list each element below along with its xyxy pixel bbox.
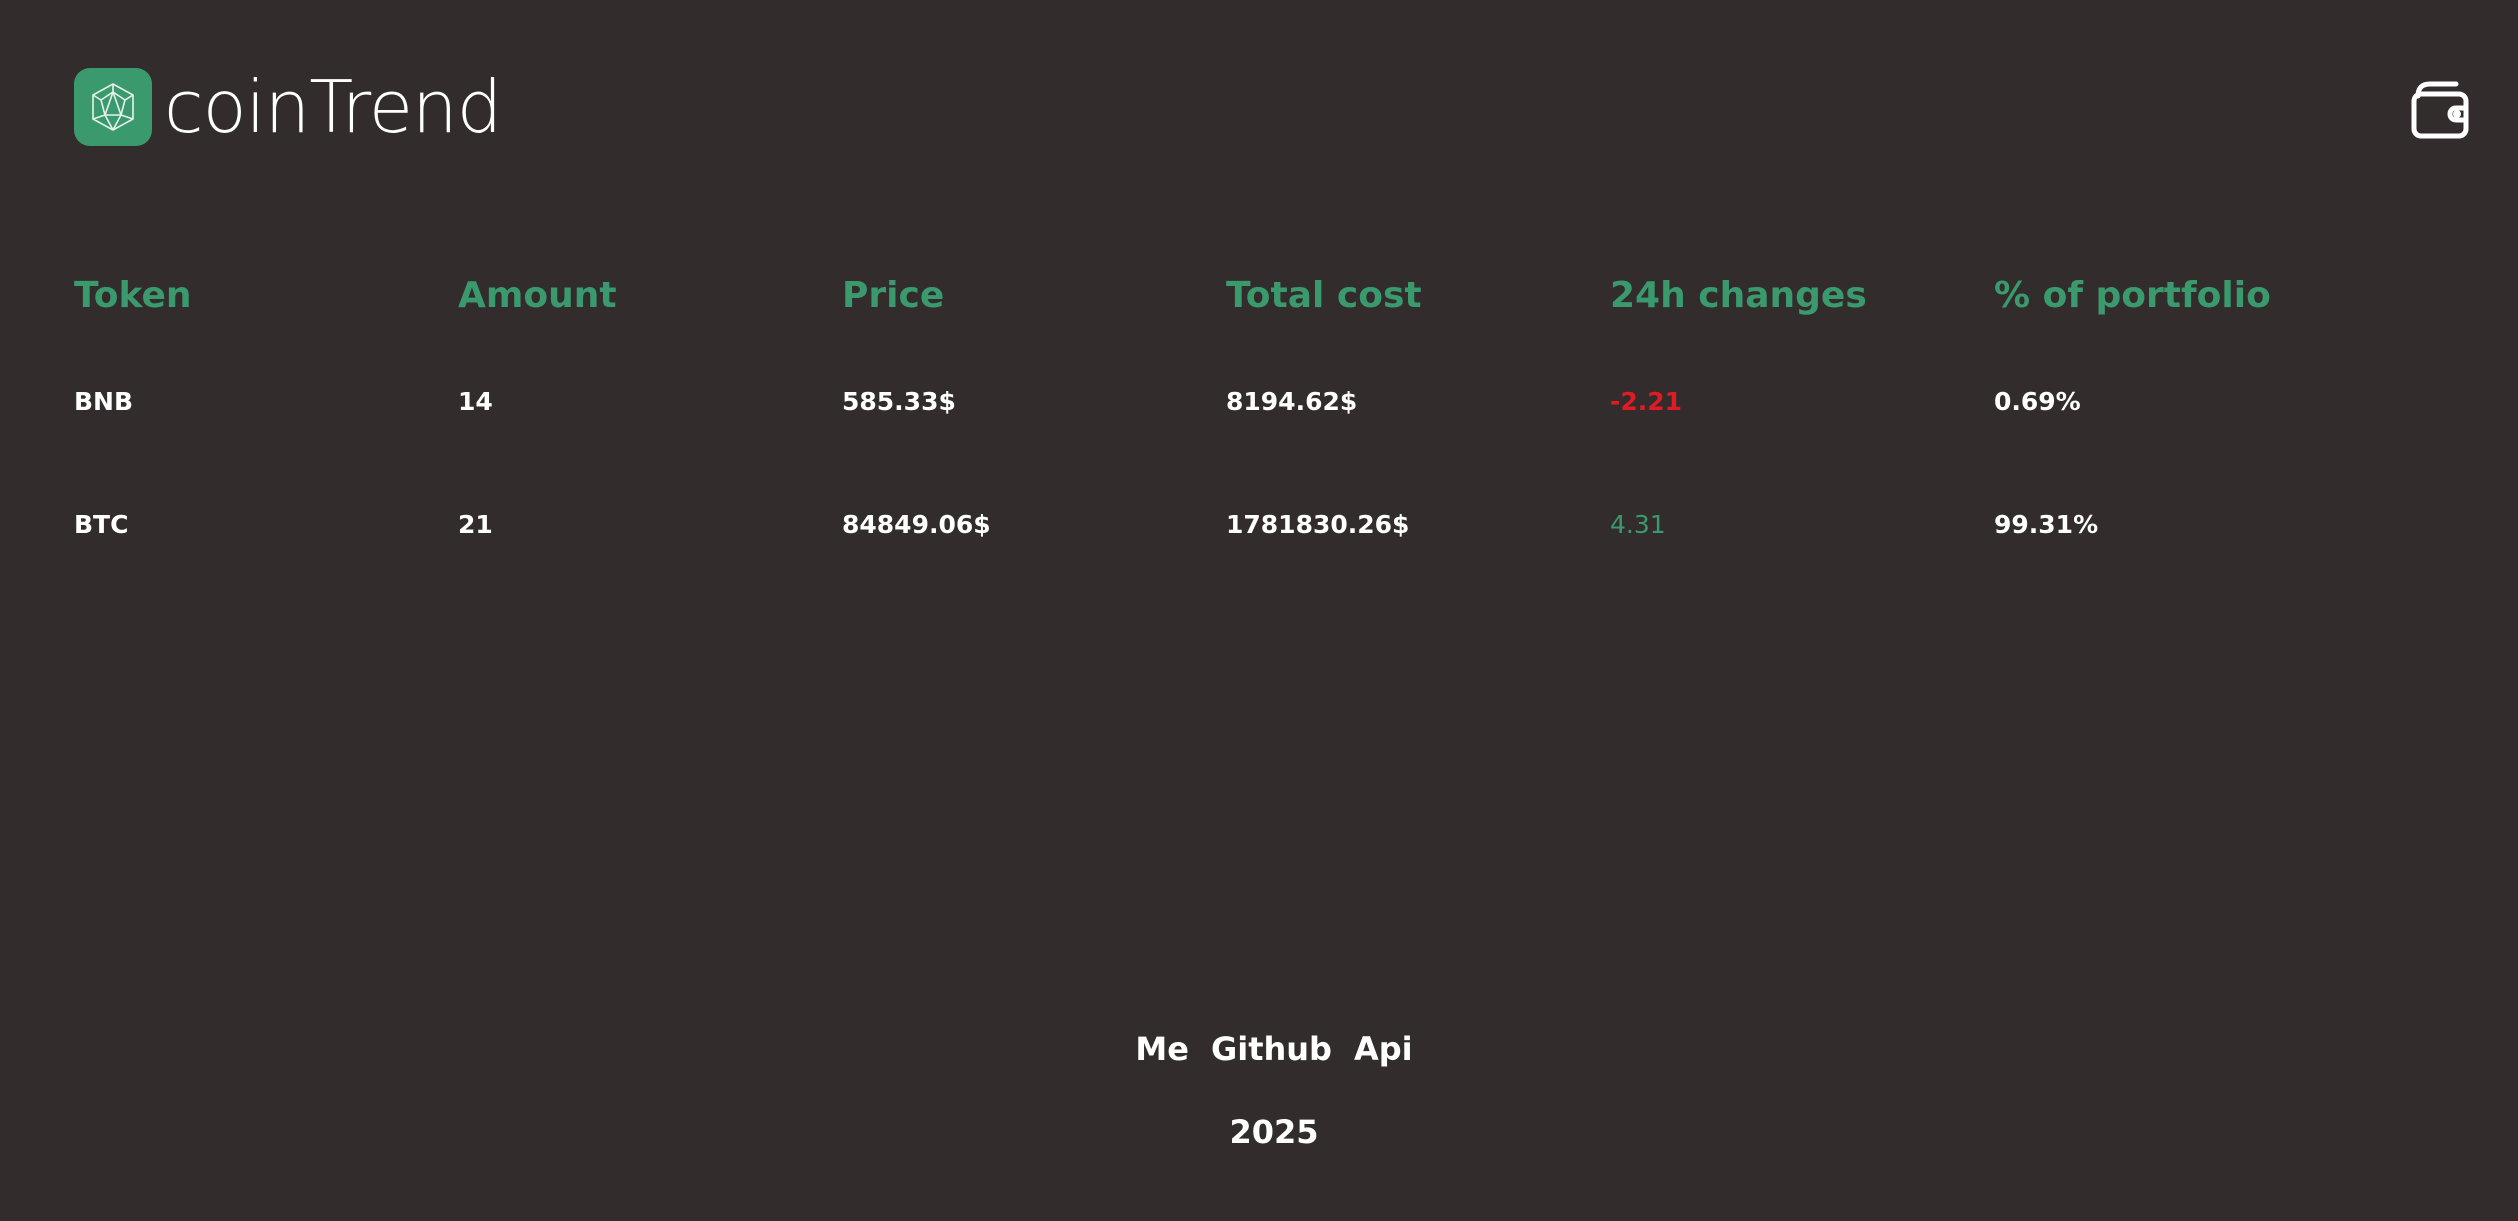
column-header-portfolio-pct: % of portfolio	[1994, 274, 2271, 316]
total-cost-cell: 1781830.26$	[1226, 510, 1410, 539]
price-cell: 84849.06$	[842, 510, 991, 539]
amount-cell: 14	[458, 387, 493, 416]
portfolio-pct-cell: 0.69%	[1994, 387, 2081, 416]
token-cell: BTC	[74, 510, 129, 539]
footer-links: Me Github Api	[0, 1030, 2518, 1068]
column-header-total-cost: Total cost	[1226, 274, 1422, 316]
polyhedron-icon	[92, 83, 134, 131]
column-header-24h-changes: 24h changes	[1610, 274, 1867, 316]
portfolio-table: Token Amount Price Total cost 24h change…	[74, 250, 2378, 586]
change-24h-cell: -2.21	[1610, 387, 1683, 416]
token-cell: BNB	[74, 387, 134, 416]
column-header-token: Token	[74, 274, 192, 316]
footer-link-me[interactable]: Me	[1135, 1030, 1189, 1068]
footer-year: 2025	[1229, 1113, 1319, 1151]
amount-cell: 21	[458, 510, 493, 539]
logo[interactable]	[74, 68, 152, 146]
total-cost-cell: 8194.62$	[1226, 387, 1358, 416]
app-title: coinTrend	[164, 65, 502, 149]
wallet-icon	[2411, 81, 2469, 139]
table-row: BNB 14 585.33$ 8194.62$ -2.21 0.69%	[74, 340, 2378, 463]
table-row: BTC 21 84849.06$ 1781830.26$ 4.31 99.31%	[74, 463, 2378, 586]
price-cell: 585.33$	[842, 387, 956, 416]
column-header-amount: Amount	[458, 274, 617, 316]
change-24h-cell: 4.31	[1610, 510, 1666, 539]
wallet-button[interactable]	[2408, 78, 2472, 142]
header: coinTrend	[74, 65, 502, 149]
portfolio-pct-cell: 99.31%	[1994, 510, 2099, 539]
column-header-price: Price	[842, 274, 945, 316]
footer-link-github[interactable]: Github	[1211, 1030, 1332, 1068]
footer-link-api[interactable]: Api	[1354, 1030, 1413, 1068]
table-header-row: Token Amount Price Total cost 24h change…	[74, 250, 2378, 340]
